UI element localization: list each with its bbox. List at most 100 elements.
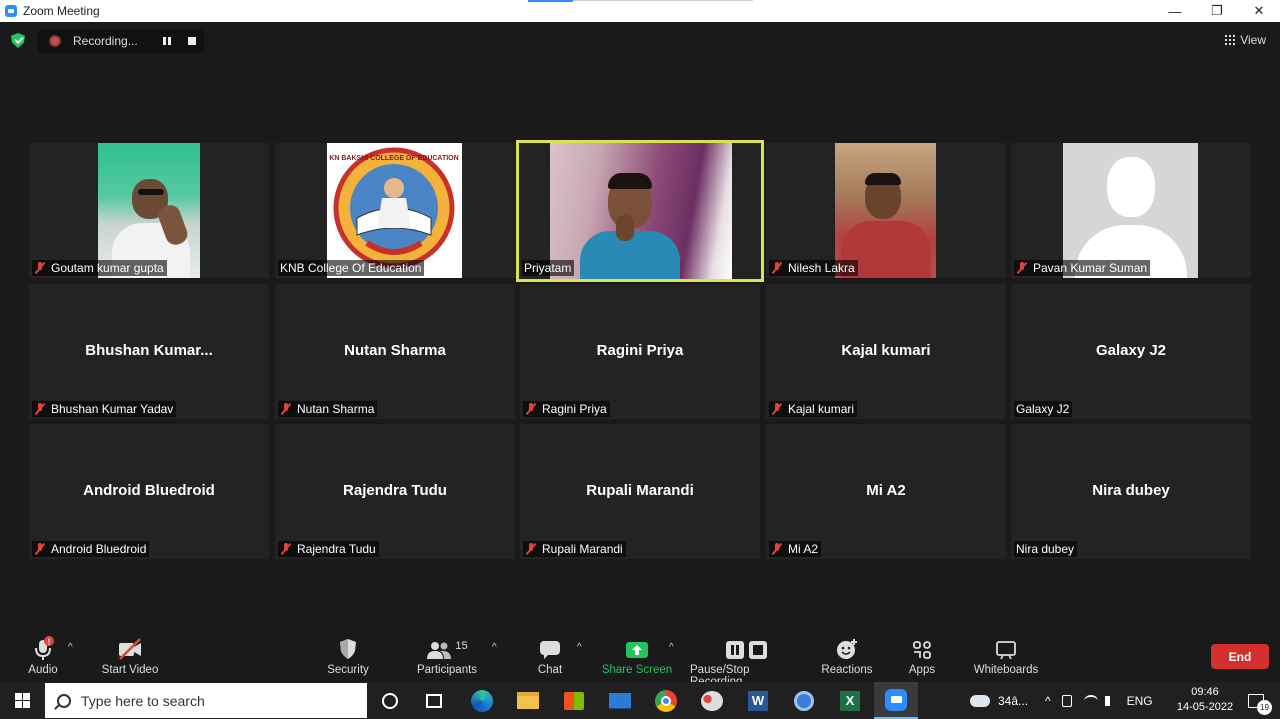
participant-display-name: Rupali Marandi <box>586 482 694 499</box>
reactions-button[interactable]: Reactions <box>820 636 874 676</box>
file-explorer-taskbar-icon[interactable] <box>506 682 550 719</box>
whiteboards-button[interactable]: Whiteboards <box>971 636 1041 676</box>
word-taskbar-icon[interactable]: W <box>736 682 780 719</box>
chat-button[interactable]: Chat <box>534 636 566 676</box>
participant-tile[interactable]: Pavan Kumar Suman <box>1011 143 1251 278</box>
participant-tile[interactable]: KN BAKSHI COLLEGE OF EDUCATION KNB Colle… <box>275 143 515 278</box>
grid-view-icon <box>1225 35 1236 45</box>
app-taskbar-icon[interactable] <box>782 682 826 719</box>
clock[interactable]: 09:46 14-05-2022 <box>1172 685 1238 715</box>
participant-name: Priyatam <box>524 261 572 275</box>
participant-tile[interactable]: Android Bluedroid Android Bluedroid <box>29 424 269 559</box>
chevron-up-icon[interactable]: ^ <box>1045 694 1051 708</box>
recording-indicator: Recording... <box>38 29 204 53</box>
participant-tile[interactable]: Rupali Marandi Rupali Marandi <box>520 424 760 559</box>
chat-label: Chat <box>537 664 563 676</box>
stop-recording-icon[interactable] <box>188 37 196 45</box>
participant-name-tag: Bhushan Kumar Yadav <box>32 401 177 417</box>
view-button[interactable]: View <box>1225 33 1266 47</box>
audio-options-caret[interactable]: ^ <box>68 642 73 653</box>
participant-tile[interactable]: Nilesh Lakra <box>766 143 1006 278</box>
start-video-button[interactable]: Start Video <box>98 636 162 676</box>
participant-name-tag: Nira dubey <box>1014 541 1078 557</box>
participant-tile[interactable]: Nutan Sharma Nutan Sharma <box>275 284 515 419</box>
windows-logo-icon <box>15 693 30 708</box>
end-meeting-button[interactable]: End <box>1211 644 1269 669</box>
close-button[interactable]: ✕ <box>1238 0 1280 22</box>
participant-name-tag: Rupali Marandi <box>523 541 626 557</box>
video-off-icon <box>117 636 143 660</box>
microphone-icon: ! <box>32 636 54 660</box>
notifications-button[interactable]: 19 <box>1236 682 1276 719</box>
participant-tile[interactable]: Mi A2 Mi A2 <box>766 424 1006 559</box>
participant-name-tag: Mi A2 <box>769 541 822 557</box>
participant-tile[interactable]: Rajendra Tudu Rajendra Tudu <box>275 424 515 559</box>
participant-tile[interactable]: Ragini Priya Ragini Priya <box>520 284 760 419</box>
participants-count: 15 <box>455 640 468 652</box>
cortana-button[interactable] <box>368 682 412 719</box>
participant-name-tag: Priyatam <box>522 260 575 276</box>
participant-name-tag: Nilesh Lakra <box>769 260 858 276</box>
participant-name: Pavan Kumar Suman <box>1033 261 1148 275</box>
logo-arc-text: KN BAKSHI COLLEGE OF EDUCATION <box>329 155 458 162</box>
task-view-icon <box>426 693 442 708</box>
zoom-meeting-window: Zoom Meeting — ❐ ✕ Recording... View Gou… <box>0 0 1280 719</box>
participant-name: Ragini Priya <box>542 402 607 416</box>
participants-label: Participants <box>416 664 478 676</box>
pause-stop-recording-button[interactable]: Pause/Stop Recording <box>690 636 804 688</box>
security-button[interactable]: Security <box>326 636 370 676</box>
participant-name: Goutam kumar gupta <box>51 261 164 275</box>
language-indicator[interactable]: ENG <box>1127 694 1153 708</box>
microsoft-store-taskbar-icon[interactable] <box>552 682 596 719</box>
participant-display-name: Bhushan Kumar... <box>85 342 213 359</box>
paint-taskbar-icon[interactable] <box>690 682 734 719</box>
taskbar-search[interactable]: Type here to search <box>45 683 367 718</box>
participants-button[interactable]: 15 Participants <box>416 636 478 676</box>
edge-taskbar-icon[interactable] <box>460 682 504 719</box>
active-speaker-tile[interactable]: Priyatam <box>516 140 764 282</box>
participants-options-caret[interactable]: ^ <box>492 642 497 653</box>
zoom-taskbar-icon[interactable] <box>874 682 918 719</box>
share-screen-button[interactable]: Share Screen <box>601 636 673 676</box>
participant-tile[interactable]: Nira dubey Nira dubey <box>1011 424 1251 559</box>
meet-now-icon[interactable] <box>1061 694 1072 707</box>
participant-display-name: Ragini Priya <box>596 342 684 359</box>
mic-muted-icon <box>34 543 46 555</box>
task-view-button[interactable] <box>412 682 456 719</box>
apps-button[interactable]: Apps <box>906 636 938 676</box>
participant-tile[interactable]: Bhushan Kumar... Bhushan Kumar Yadav <box>29 284 269 419</box>
weather-text: 34â... <box>998 693 1029 708</box>
mic-muted-icon <box>280 543 292 555</box>
smiley-plus-icon <box>836 636 858 660</box>
cloud-icon <box>970 694 990 707</box>
start-button[interactable] <box>0 682 45 719</box>
wifi-icon[interactable] <box>1083 694 1098 707</box>
encryption-shield-icon[interactable] <box>11 33 25 48</box>
participant-tile[interactable]: Goutam kumar gupta <box>29 143 269 278</box>
participant-video <box>835 143 936 278</box>
pause-recording-icon[interactable] <box>163 37 171 45</box>
recording-label: Recording... <box>73 34 138 48</box>
audio-label: Audio <box>28 664 58 676</box>
participant-tile[interactable]: Kajal kumari Kajal kumari <box>766 284 1006 419</box>
window-title: Zoom Meeting <box>23 4 100 18</box>
share-options-caret[interactable]: ^ <box>669 642 674 653</box>
chrome-taskbar-icon[interactable] <box>644 682 688 719</box>
participant-display-name: Nira dubey <box>1092 482 1170 499</box>
weather-widget[interactable]: 34â... <box>970 682 1028 719</box>
audio-button[interactable]: ! Audio <box>26 636 60 676</box>
participant-name-tag: Pavan Kumar Suman <box>1014 260 1151 276</box>
mic-muted-icon <box>34 262 46 274</box>
minimize-button[interactable]: — <box>1154 0 1196 22</box>
speaker-icon[interactable] <box>1104 695 1115 706</box>
participant-tile[interactable]: Galaxy J2 Galaxy J2 <box>1011 284 1251 419</box>
participant-display-name: Nutan Sharma <box>344 342 446 359</box>
participant-name: Nira dubey <box>1016 542 1075 556</box>
security-label: Security <box>327 664 369 676</box>
chat-options-caret[interactable]: ^ <box>577 642 582 653</box>
mail-taskbar-icon[interactable] <box>598 682 642 719</box>
whiteboard-icon <box>995 636 1017 660</box>
excel-taskbar-icon[interactable]: X <box>828 682 872 719</box>
restore-button[interactable]: ❐ <box>1196 0 1238 22</box>
zoom-logo-icon <box>5 5 17 17</box>
